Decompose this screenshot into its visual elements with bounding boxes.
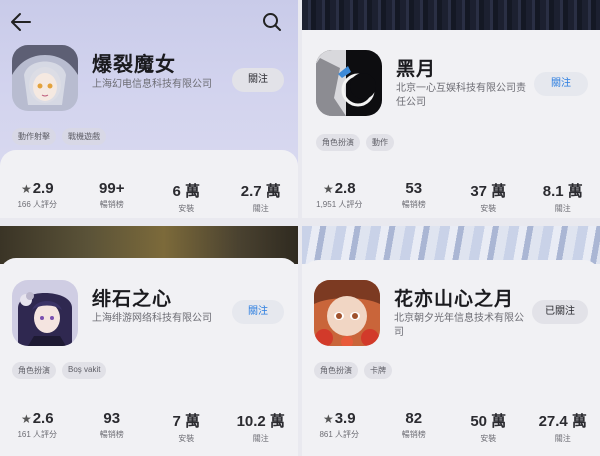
stat-rating: ★2.6 161 人評分 [17,410,58,439]
developer-name[interactable]: 北京朝夕光年信息技术有限公司 [394,312,528,340]
follow-button[interactable]: 關注 [534,72,588,96]
app-icon[interactable] [316,50,382,116]
stat-rating: ★2.9 166 人評分 [17,180,58,209]
stat-installs: 7 萬 安裝 [172,413,200,443]
tag-chip[interactable]: Boş vakit [62,362,107,379]
followed-button[interactable]: 已關注 [532,300,588,324]
stats-row: ★2.9 166 人評分 99+ 暢销榜 6 萬 安裝 2.7 萬 關注 [0,180,298,214]
tag-list: 角色扮演 動作 [316,134,394,151]
stat-installs: 50 萬 安裝 [470,413,507,443]
stat-rating: ★2.8 1,951 人評分 [316,180,363,209]
stat-bestseller[interactable]: 82 暢销榜 [377,410,452,444]
star-icon: ★ [20,182,32,196]
tag-chip[interactable]: 戰機遊戲 [62,128,106,145]
tag-chip[interactable]: 卡牌 [364,362,392,379]
top-nav [10,12,284,34]
app-icon[interactable] [12,45,78,111]
stat-followers: 2.7 萬 關注 [240,183,281,213]
stats-row: ★3.9 861 人評分 82 暢销榜 50 萬 安裝 27.4 萬 關注 [302,410,600,444]
tag-list: 角色扮演 Boş vakit [12,362,107,379]
stats-row: ★2.8 1,951 人評分 53 暢销榜 37 萬 安裝 8.1 萬 關注 [302,180,600,214]
stat-followers: 27.4 萬 關注 [538,413,587,443]
stat-bestseller[interactable]: 93 暢销榜 [75,410,150,444]
app-icon[interactable] [314,280,380,346]
tag-chip[interactable]: 角色扮演 [314,362,358,379]
app-card-4: 花亦山心之月 北京朝夕光年信息技术有限公司 已關注 角色扮演 卡牌 ★3.9 8… [302,226,600,456]
app-card-1: 爆裂魔女 上海幻电信息科技有限公司 關注 動作射擊 戰機遊戲 ★2.9 166 … [0,0,298,218]
follow-button[interactable]: 關注 [232,300,284,324]
stat-installs: 6 萬 安裝 [172,183,200,213]
app-title: 黑月 [396,59,437,80]
developer-name[interactable]: 上海绯游网络科技有限公司 [92,312,232,326]
stat-followers: 8.1 萬 關注 [542,183,583,213]
stat-installs: 37 萬 安裝 [470,183,507,213]
developer-name[interactable]: 上海幻电信息科技有限公司 [92,78,232,92]
app-card-2: 黑月 北京一心互娱科技有限公司责任公司 關注 角色扮演 動作 ★2.8 1,95… [302,0,600,218]
tag-list: 角色扮演 卡牌 [314,362,392,379]
app-title: 绯石之心 [92,289,173,310]
tag-list: 動作射擊 戰機遊戲 [12,128,106,145]
arrow-left-icon[interactable] [10,12,34,34]
tag-chip[interactable]: 角色扮演 [12,362,56,379]
star-icon: ★ [322,182,334,196]
app-card-3: 绯石之心 上海绯游网络科技有限公司 關注 角色扮演 Boş vakit ★2.6… [0,226,298,456]
follow-button[interactable]: 關注 [232,68,284,92]
stat-followers: 10.2 萬 關注 [236,413,285,443]
app-title: 爆裂魔女 [92,54,176,76]
app-icon[interactable] [12,280,78,346]
stat-rating: ★3.9 861 人評分 [319,410,360,439]
tag-chip[interactable]: 角色扮演 [316,134,360,151]
stat-bestseller[interactable]: 99+ 暢销榜 [75,180,150,214]
stat-bestseller[interactable]: 53 暢销榜 [377,180,452,214]
tag-chip[interactable]: 動作 [366,134,394,151]
star-icon: ★ [322,412,334,426]
app-title: 花亦山心之月 [394,289,515,310]
tag-chip[interactable]: 動作射擊 [12,128,56,145]
stats-row: ★2.6 161 人評分 93 暢销榜 7 萬 安裝 10.2 萬 關注 [0,410,298,444]
star-icon: ★ [20,412,32,426]
banner-image [302,226,600,264]
stats-sheet: ★2.9 166 人評分 99+ 暢销榜 6 萬 安裝 2.7 萬 關注 [0,150,298,218]
developer-name[interactable]: 北京一心互娱科技有限公司责任公司 [396,82,528,110]
banner-image [302,0,600,30]
search-icon[interactable] [262,12,284,34]
